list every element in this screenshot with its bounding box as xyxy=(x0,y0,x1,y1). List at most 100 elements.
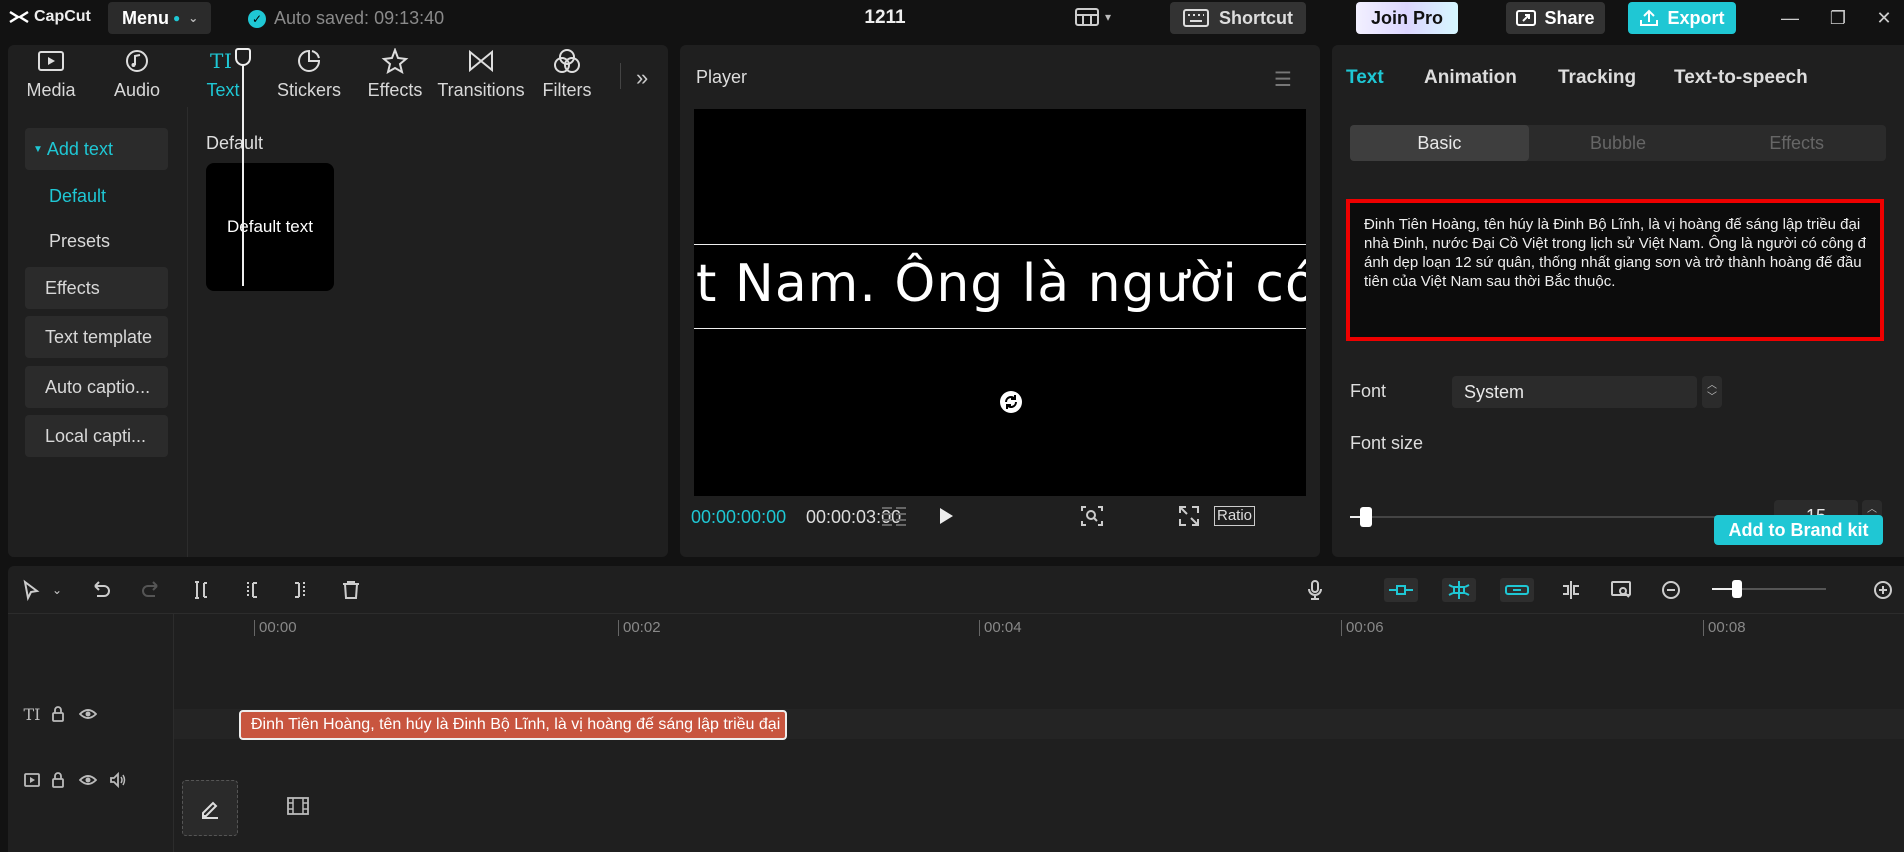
timeline-list-icon[interactable] xyxy=(880,505,908,532)
font-select-stepper[interactable]: ︿ ﹀ xyxy=(1702,376,1722,408)
minimize-icon[interactable]: ― xyxy=(1778,6,1802,30)
nav-add-text[interactable]: ▼ Add text xyxy=(25,128,168,170)
slider-handle[interactable] xyxy=(1360,507,1372,527)
eye-icon[interactable] xyxy=(78,704,98,724)
share-icon xyxy=(1516,10,1537,26)
text-clip[interactable]: Đinh Tiên Hoàng, tên húy là Đinh Bộ Lĩnh… xyxy=(239,710,787,740)
split-left-icon[interactable] xyxy=(238,578,264,602)
screen-search-icon[interactable] xyxy=(1608,578,1634,602)
close-icon[interactable]: ✕ xyxy=(1872,6,1896,30)
lock-icon[interactable] xyxy=(48,704,68,724)
chevron-down-icon[interactable]: ⌄ xyxy=(44,578,70,602)
share-button[interactable]: Share xyxy=(1506,2,1605,34)
nav-text-template[interactable]: Text template xyxy=(25,316,168,358)
zoom-out-icon[interactable] xyxy=(1658,578,1684,602)
export-button[interactable]: Export xyxy=(1628,2,1736,34)
eye-icon[interactable] xyxy=(78,770,98,790)
menu-label: Menu xyxy=(122,7,169,28)
playhead-handle[interactable] xyxy=(235,48,251,66)
font-value: System xyxy=(1464,381,1525,402)
transitions-icon xyxy=(469,49,493,73)
caption-preview-text[interactable]: t Nam. Ông là người có c xyxy=(696,254,1306,314)
hamburger-menu-icon[interactable]: ☰ xyxy=(1274,67,1296,92)
zoom-fit-icon[interactable] xyxy=(1080,505,1104,532)
split-right-icon[interactable] xyxy=(288,578,314,602)
font-select[interactable]: System xyxy=(1452,376,1697,408)
select-tool-icon[interactable] xyxy=(18,578,44,602)
speaker-icon[interactable] xyxy=(108,770,128,790)
nav-auto-captions[interactable]: Auto captio... xyxy=(25,366,168,408)
edit-pencil-icon xyxy=(202,801,218,819)
rotate-handle-icon[interactable] xyxy=(999,390,1023,414)
linkage-icon[interactable] xyxy=(1500,578,1534,602)
fullscreen-icon[interactable] xyxy=(1178,505,1200,532)
cover-button[interactable] xyxy=(182,780,238,836)
main-track-magnet-icon[interactable] xyxy=(1384,578,1418,602)
layout-button[interactable]: ▾ xyxy=(1075,8,1111,26)
track-headers: TI xyxy=(8,614,174,852)
expand-tabs-icon[interactable]: » xyxy=(636,65,648,91)
auto-snap-icon[interactable] xyxy=(1442,578,1476,602)
tab-label: Transitions xyxy=(437,80,525,100)
nav-effects[interactable]: Effects xyxy=(25,267,168,309)
playhead[interactable] xyxy=(242,50,244,286)
video-track-icon xyxy=(22,770,42,790)
tab-media[interactable]: Media xyxy=(8,45,94,107)
text-category-nav: ▼ Add text Default Presets Effects Text … xyxy=(8,107,188,557)
tab-label: Effects xyxy=(367,80,423,100)
tab-text-to-speech[interactable]: Text-to-speech xyxy=(1674,67,1808,89)
add-to-brand-kit-button[interactable]: Add to Brand kit xyxy=(1714,515,1883,545)
lock-icon[interactable] xyxy=(48,770,68,790)
tab-text[interactable]: TI Text xyxy=(180,45,266,107)
delete-icon[interactable] xyxy=(338,578,364,602)
tab-tracking[interactable]: Tracking xyxy=(1558,67,1636,89)
ratio-button[interactable]: Ratio xyxy=(1214,506,1256,526)
zoom-in-icon[interactable] xyxy=(1870,578,1896,602)
autosave-status: ✓ Auto saved: 09:13:40 xyxy=(248,8,444,29)
font-size-slider[interactable] xyxy=(1350,507,1750,527)
video-preview[interactable]: t Nam. Ông là người có c xyxy=(694,109,1306,496)
timeline-zoom-slider[interactable] xyxy=(1712,580,1826,598)
zoom-handle[interactable] xyxy=(1732,580,1743,598)
tab-filters[interactable]: Filters xyxy=(524,45,610,107)
preview-axis-icon[interactable] xyxy=(1558,578,1584,602)
tab-transitions[interactable]: Transitions xyxy=(437,45,525,107)
text-content-field[interactable]: Đinh Tiên Hoàng, tên húy là Đinh Bộ Lĩnh… xyxy=(1346,199,1884,341)
timeline-toolbar: ⌄ xyxy=(8,566,1904,614)
ruler-tick: 00:02 xyxy=(618,620,661,636)
media-panel: Media Audio TI Text Stickers Effects Tra… xyxy=(8,45,668,557)
capcut-logo-icon xyxy=(9,10,29,24)
ruler-tick: 00:06 xyxy=(1341,620,1384,636)
shortcut-button[interactable]: Shortcut xyxy=(1170,2,1306,34)
nav-presets[interactable]: Presets xyxy=(25,220,168,262)
font-label: Font xyxy=(1350,381,1387,401)
subtab-basic[interactable]: Basic xyxy=(1350,125,1529,161)
nav-default[interactable]: Default xyxy=(25,175,168,217)
play-icon[interactable] xyxy=(936,505,956,532)
nav-label: Default xyxy=(49,185,107,206)
tab-effects[interactable]: Effects xyxy=(352,45,438,107)
menu-button[interactable]: Menu ● ⌄ xyxy=(108,2,211,34)
default-text-card[interactable]: Default text xyxy=(206,163,334,291)
text-track-icon: TI xyxy=(23,704,41,724)
undo-icon[interactable] xyxy=(88,578,114,602)
join-pro-button[interactable]: Join Pro xyxy=(1356,2,1458,34)
microphone-icon[interactable] xyxy=(1302,578,1328,602)
project-title[interactable]: 1211 xyxy=(820,7,950,29)
nav-local-captions[interactable]: Local capti... xyxy=(25,415,168,457)
subtab-effects[interactable]: Effects xyxy=(1707,125,1886,161)
split-icon[interactable] xyxy=(188,578,214,602)
tab-animation[interactable]: Animation xyxy=(1424,67,1517,89)
tab-stickers[interactable]: Stickers xyxy=(266,45,352,107)
tab-text[interactable]: Text xyxy=(1346,67,1384,89)
top-bar: CapCut Menu ● ⌄ ✓ Auto saved: 09:13:40 1… xyxy=(0,0,1904,36)
maximize-icon[interactable]: ❐ xyxy=(1826,6,1850,30)
autosave-text: Auto saved: 09:13:40 xyxy=(274,8,445,28)
tab-audio[interactable]: Audio xyxy=(94,45,180,107)
svg-text:T: T xyxy=(210,49,224,73)
timeline-ruler[interactable]: 00:00 00:02 00:04 00:06 00:08 xyxy=(174,614,1904,642)
subtab-bubble[interactable]: Bubble xyxy=(1529,125,1708,161)
caption-bound-bottom xyxy=(694,328,1306,329)
filters-icon xyxy=(554,49,580,73)
tab-divider xyxy=(620,63,621,89)
